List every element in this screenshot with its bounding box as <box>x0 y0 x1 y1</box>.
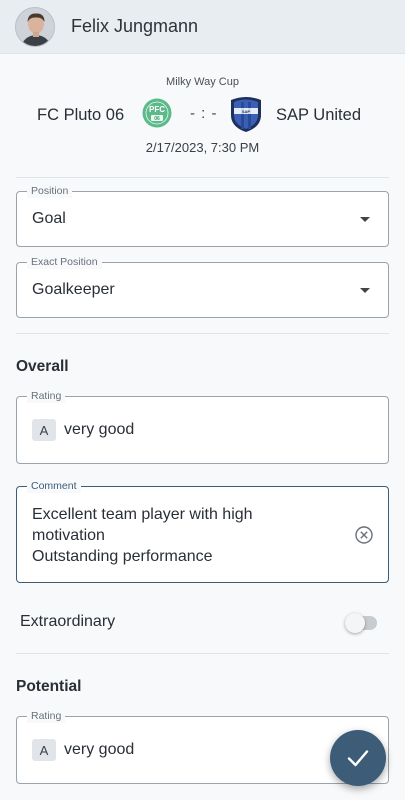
overall-section-title: Overall <box>16 358 69 375</box>
potential-rating-row: A very good <box>32 739 134 761</box>
comment-line: Excellent team player with high <box>32 506 253 523</box>
svg-text:PFC: PFC <box>149 105 165 114</box>
match-card: Milky Way Cup FC Pluto 06 PFC 06 - : - S… <box>0 54 405 166</box>
submit-button[interactable] <box>330 730 386 786</box>
app-header: Felix Jungmann <box>0 0 405 54</box>
competition-name: Milky Way Cup <box>166 76 239 88</box>
divider <box>16 177 389 178</box>
svg-text:06: 06 <box>154 116 160 122</box>
comment-line: Outstanding performance <box>32 548 213 565</box>
toggle-knob <box>345 613 365 633</box>
comment-text[interactable]: Excellent team player with high motivati… <box>32 504 332 567</box>
clear-circle-x-icon[interactable] <box>354 525 374 545</box>
overall-rating-row: A very good <box>32 419 134 441</box>
overall-rating-value: very good <box>64 421 135 438</box>
comment-label: Comment <box>27 479 81 493</box>
potential-section-title: Potential <box>16 678 82 695</box>
svg-text:SAP: SAP <box>242 109 251 114</box>
grade-badge: A <box>32 419 56 441</box>
away-team-name: SAP United <box>276 106 361 124</box>
avatar[interactable] <box>15 6 55 47</box>
checkmark-icon <box>347 750 369 767</box>
position-label: Position <box>27 184 73 198</box>
sap-united-crest-icon: SAP <box>231 97 261 132</box>
match-datetime: 2/17/2023, 7:30 PM <box>145 140 260 155</box>
potential-rating-value: very good <box>64 741 135 758</box>
exact-position-label: Exact Position <box>27 255 102 269</box>
exact-position-select[interactable]: Exact Position Goalkeeper <box>16 255 389 318</box>
match-score: - : - <box>190 105 218 122</box>
overall-rating-label: Rating <box>27 389 66 403</box>
exact-position-value: Goalkeeper <box>32 281 115 298</box>
divider <box>16 333 389 334</box>
overall-rating-field[interactable]: Rating A very good <box>16 389 389 464</box>
position-select[interactable]: Position Goal <box>16 184 389 247</box>
position-value: Goal <box>32 210 66 227</box>
home-team-name: FC Pluto 06 <box>37 106 125 124</box>
comment-textarea[interactable]: Comment Excellent team player with high … <box>16 479 389 583</box>
grade-badge: A <box>32 739 56 761</box>
extraordinary-toggle[interactable] <box>345 613 377 633</box>
user-avatar-icon <box>16 7 54 46</box>
fc-pluto-crest-icon: PFC 06 <box>142 98 172 128</box>
caret-down-icon <box>360 288 370 293</box>
potential-rating-label: Rating <box>27 709 66 723</box>
comment-line: motivation <box>32 527 105 544</box>
user-name: Felix Jungmann <box>71 16 199 36</box>
divider <box>16 653 389 654</box>
extraordinary-label: Extraordinary <box>20 613 116 630</box>
caret-down-icon <box>360 217 370 222</box>
